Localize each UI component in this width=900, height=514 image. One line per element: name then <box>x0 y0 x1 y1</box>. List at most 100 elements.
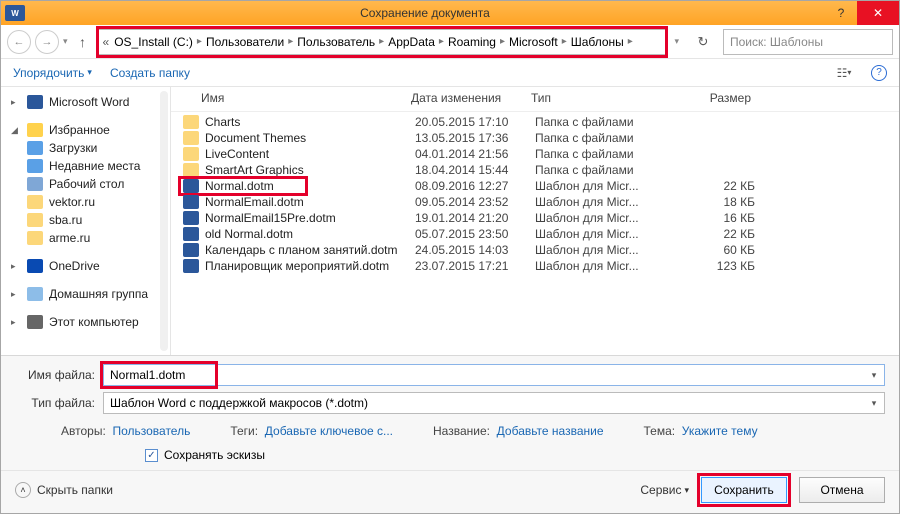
history-dropdown[interactable]: ▾ <box>63 36 68 47</box>
file-row[interactable]: LiveContent04.01.2014 21:56Папка с файла… <box>171 146 899 162</box>
breadcrumb-item[interactable]: Microsoft <box>509 35 558 49</box>
new-folder-button[interactable]: Создать папку <box>110 66 190 80</box>
toolbar: Упорядочить ▾ Создать папку ☷ ▾ ? <box>1 59 899 87</box>
column-headers[interactable]: Имя Дата изменения Тип Размер <box>171 87 899 112</box>
tags-label: Теги: <box>230 424 258 438</box>
titlefield-value[interactable]: Добавьте название <box>497 424 604 438</box>
ico-desk-icon <box>27 177 43 191</box>
col-name[interactable]: Имя <box>201 91 411 105</box>
filename-input[interactable]: Normal1.dotm ▾ <box>103 364 885 386</box>
sidebar: ▸Microsoft Word ◢ИзбранноеЗагрузкиНедавни… <box>1 87 171 355</box>
back-button[interactable]: ← <box>7 30 31 54</box>
organize-button[interactable]: Упорядочить ▾ <box>13 66 92 80</box>
theme-label: Тема: <box>644 424 676 438</box>
ico-home-icon <box>27 287 43 301</box>
file-pane: Имя Дата изменения Тип Размер Charts20.0… <box>171 87 899 355</box>
breadcrumb-item[interactable]: Roaming <box>448 35 496 49</box>
folder-icon <box>183 115 199 129</box>
help-button[interactable]: ? <box>825 1 857 25</box>
sidebar-item[interactable]: sba.ru <box>5 211 166 229</box>
ico-pc-icon <box>27 315 43 329</box>
hide-folders-button[interactable]: ˄ Скрыть папки <box>15 482 113 498</box>
sidebar-item[interactable]: Недавние места <box>5 157 166 175</box>
authors-label: Авторы: <box>61 424 106 438</box>
sidebar-item[interactable]: vektor.ru <box>5 193 166 211</box>
chevron-up-icon: ˄ <box>15 482 31 498</box>
file-row[interactable]: Normal.dotm08.09.2016 12:27Шаблон для Mi… <box>171 178 899 194</box>
ico-blue-icon <box>27 141 43 155</box>
refresh-button[interactable]: ↻ <box>691 30 715 54</box>
sidebar-item[interactable]: ▸Microsoft Word <box>5 93 166 111</box>
ico-fold-icon <box>27 231 43 245</box>
save-button[interactable]: Сохранить <box>701 477 787 503</box>
save-thumbnail-checkbox[interactable]: ✓ <box>145 449 158 462</box>
forward-button[interactable]: → <box>35 30 59 54</box>
breadcrumb-item[interactable]: AppData <box>388 35 435 49</box>
authors-value[interactable]: Пользователь <box>112 424 190 438</box>
filename-label: Имя файла: <box>15 368 95 382</box>
sidebar-item[interactable]: ▸OneDrive <box>5 257 166 275</box>
sidebar-item[interactable]: Рабочий стол <box>5 175 166 193</box>
col-size[interactable]: Размер <box>671 91 751 105</box>
sidebar-item[interactable]: arme.ru <box>5 229 166 247</box>
template-icon <box>183 243 199 257</box>
ico-word-icon <box>27 95 43 109</box>
file-row[interactable]: Планировщик мероприятий.dotm23.07.2015 1… <box>171 258 899 274</box>
chevron-right-icon: ▸ <box>377 36 386 47</box>
folder-icon <box>183 163 199 177</box>
filetype-select[interactable]: Шаблон Word с поддержкой макросов (*.dot… <box>103 392 885 414</box>
address-dropdown[interactable]: ▾ <box>670 36 683 47</box>
breadcrumb-item[interactable]: OS_Install (C:) <box>114 35 193 49</box>
save-panel: Имя файла: Normal1.dotm ▾ Тип файла: Шаб… <box>1 355 899 470</box>
cancel-button[interactable]: Отмена <box>799 477 885 503</box>
file-row[interactable]: SmartArt Graphics18.04.2014 15:44Папка с… <box>171 162 899 178</box>
breadcrumb-item[interactable]: Пользователи <box>206 35 284 49</box>
chevron-right-icon: ▸ <box>498 36 507 47</box>
chevron-right-icon: ▸ <box>286 36 295 47</box>
view-options-icon[interactable]: ☷ ▾ <box>835 64 853 82</box>
sidebar-item[interactable]: ◢Избранное <box>5 121 166 139</box>
search-input[interactable]: Поиск: Шаблоны <box>723 29 893 55</box>
address-bar[interactable]: «OS_Install (C:)▸Пользователи▸Пользовате… <box>98 29 667 55</box>
filetype-label: Тип файла: <box>15 396 95 410</box>
ico-star-icon <box>27 123 43 137</box>
up-button[interactable]: ↑ <box>72 31 94 53</box>
ico-fold-icon <box>27 213 43 227</box>
sidebar-item[interactable]: ▸Домашняя группа <box>5 285 166 303</box>
file-row[interactable]: Календарь с планом занятий.dotm24.05.201… <box>171 242 899 258</box>
col-date[interactable]: Дата изменения <box>411 91 531 105</box>
sidebar-item[interactable]: ▸Этот компьютер <box>5 313 166 331</box>
theme-value[interactable]: Укажите тему <box>682 424 758 438</box>
chevron-right-icon: ▸ <box>560 36 569 47</box>
titlefield-label: Название: <box>433 424 490 438</box>
template-icon <box>183 227 199 241</box>
file-row[interactable]: NormalEmail.dotm09.05.2014 23:52Шаблон д… <box>171 194 899 210</box>
file-row[interactable]: Charts20.05.2015 17:10Папка с файлами <box>171 114 899 130</box>
folder-icon <box>183 147 199 161</box>
close-button[interactable]: ✕ <box>857 1 899 25</box>
file-row[interactable]: old Normal.dotm05.07.2015 23:50Шаблон дл… <box>171 226 899 242</box>
titlebar: W Сохранение документа ? ✕ <box>1 1 899 25</box>
template-icon <box>183 211 199 225</box>
help-icon[interactable]: ? <box>871 65 887 81</box>
word-icon: W <box>5 5 25 21</box>
template-icon <box>183 259 199 273</box>
filetype-dropdown-icon[interactable]: ▾ <box>866 395 882 411</box>
filename-dropdown-icon[interactable]: ▾ <box>866 367 882 383</box>
file-row[interactable]: NormalEmail15Pre.dotm19.01.2014 21:20Шаб… <box>171 210 899 226</box>
window-title: Сохранение документа <box>25 6 825 20</box>
tools-button[interactable]: Сервис ▾ <box>640 483 689 497</box>
breadcrumb-item[interactable]: Пользователь <box>297 35 375 49</box>
nav-row: ← → ▾ ↑ «OS_Install (C:)▸Пользователи▸По… <box>1 25 899 59</box>
template-icon <box>183 179 199 193</box>
chevron-right-icon: ▸ <box>437 36 446 47</box>
tags-value[interactable]: Добавьте ключевое с... <box>265 424 393 438</box>
sidebar-item[interactable]: Загрузки <box>5 139 166 157</box>
ico-blue-icon <box>27 159 43 173</box>
breadcrumb-item[interactable]: Шаблоны <box>571 35 624 49</box>
template-icon <box>183 195 199 209</box>
folder-icon <box>183 131 199 145</box>
col-type[interactable]: Тип <box>531 91 671 105</box>
file-row[interactable]: Document Themes13.05.2015 17:36Папка с ф… <box>171 130 899 146</box>
ico-onedrive-icon <box>27 259 43 273</box>
